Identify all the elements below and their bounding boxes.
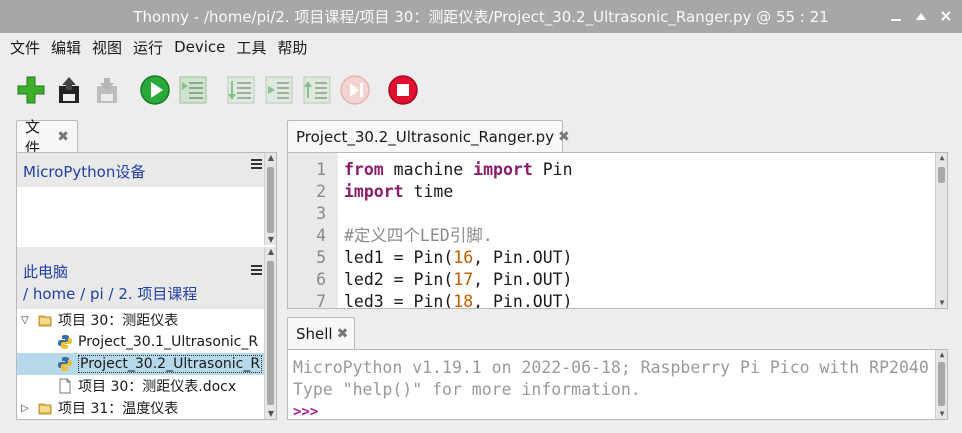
new-file-button[interactable]: [14, 72, 48, 108]
python-file-icon: [57, 356, 73, 372]
file-tree-label: 项目 31：温度仪表: [58, 401, 179, 417]
shell-prompt: >>>: [293, 404, 319, 420]
this-computer-header: 此电脑 / home / pi / 2. 项目课程: [17, 247, 276, 309]
chevron-right-icon[interactable]: ▷: [21, 403, 33, 414]
step-out-icon: [303, 76, 331, 104]
toolbar: [0, 70, 962, 110]
stop-button[interactable]: [386, 72, 420, 108]
menu-icon[interactable]: [251, 265, 262, 277]
file-tree: ▽ 项目 30：测距仪表 Project_30.1_Ultrasonic_R Proj…: [17, 309, 265, 419]
editor-scrollbar[interactable]: ▲ ▼: [935, 153, 947, 308]
maximize-icon[interactable]: [911, 6, 931, 26]
menu-file[interactable]: 文件: [10, 37, 40, 58]
breadcrumb-folder[interactable]: 2. 项目课程: [118, 285, 197, 303]
code-editor[interactable]: 1 2 3 4 5 6 7 from machine import Pin import ti…: [287, 152, 948, 309]
line-number: 3: [316, 204, 326, 223]
stop-icon: [388, 75, 418, 105]
save-icon: [97, 78, 117, 103]
breadcrumb-root[interactable]: /: [23, 285, 28, 303]
close-icon[interactable]: ✖: [558, 129, 570, 145]
menu-icon[interactable]: [251, 159, 262, 171]
step-into-icon: [265, 76, 293, 104]
load-file-button[interactable]: [52, 72, 86, 108]
minimize-icon[interactable]: [886, 6, 906, 26]
menu-run[interactable]: 运行: [133, 37, 163, 58]
file-tree-item[interactable]: ▽ 项目 30：测距仪表: [17, 309, 265, 331]
python-file-icon: [57, 334, 73, 350]
micropython-device-area: [17, 187, 265, 245]
files-panel: MicroPython设备 ▲ ▼ 此电脑 / home / pi / 2. 项…: [16, 152, 277, 420]
green-plus-icon: [17, 76, 45, 104]
load-icon: [59, 77, 79, 103]
editor-tab-label: Project_30.2_Ultrasonic_Ranger.py: [296, 128, 555, 146]
debug-icon: [179, 76, 207, 104]
menu-tools[interactable]: 工具: [236, 37, 266, 58]
breadcrumb: / home / pi / 2. 项目课程: [23, 283, 197, 304]
menu-edit[interactable]: 编辑: [51, 37, 81, 58]
menu-bar: 文件 编辑 视图 运行 Device 工具 帮助: [0, 33, 962, 61]
line-number-gutter: 1 2 3 4 5 6 7: [288, 153, 338, 308]
line-number: 4: [316, 226, 326, 245]
shell-output-line: Type "help()" for more information.: [293, 380, 641, 399]
step-out-button[interactable]: [300, 72, 334, 108]
shell-output-line: MicroPython v1.19.1 on 2022-06-18; Raspb…: [293, 358, 929, 377]
shell-scrollbar[interactable]: ▲ ▼: [935, 350, 947, 419]
file-tree-label: 项目 30：测距仪表.docx: [78, 379, 237, 395]
step-over-icon: [227, 76, 255, 104]
code-line: led2 = Pin(17, Pin.OUT): [344, 270, 573, 289]
code-line: led3 = Pin(18, Pin.OUT): [344, 292, 573, 309]
resume-icon: [340, 75, 370, 105]
menu-help[interactable]: 帮助: [277, 37, 307, 58]
resume-button[interactable]: [338, 72, 372, 108]
breadcrumb-home[interactable]: home: [33, 285, 76, 303]
tab-shell[interactable]: Shell ✖: [287, 317, 355, 350]
close-icon[interactable]: [936, 6, 956, 26]
menu-view[interactable]: 视图: [92, 37, 122, 58]
file-tree-item[interactable]: Project_30.1_Ultrasonic_R: [17, 331, 265, 353]
folder-icon: [37, 312, 53, 328]
file-tree-item[interactable]: ▷ 项目 31：温度仪表: [17, 397, 265, 419]
file-tree-item[interactable]: 项目 30：测距仪表.docx: [17, 375, 265, 397]
breadcrumb-separator: /: [108, 285, 114, 303]
breadcrumb-pi[interactable]: pi: [90, 285, 104, 303]
document-icon: [57, 378, 73, 394]
line-number: 2: [316, 182, 326, 201]
micropython-device-header: MicroPython设备: [17, 153, 276, 187]
shell-tab-label: Shell: [296, 325, 333, 343]
step-into-button[interactable]: [262, 72, 296, 108]
tab-files[interactable]: 文件 ✖: [16, 118, 78, 157]
chevron-down-icon[interactable]: ▽: [21, 315, 33, 326]
step-over-button[interactable]: [224, 72, 258, 108]
close-icon[interactable]: ✖: [337, 326, 349, 342]
line-number: 7: [316, 292, 326, 309]
file-tree-scrollbar[interactable]: ▲ ▼: [264, 247, 276, 419]
this-computer-title: 此电脑: [23, 263, 69, 281]
save-file-button[interactable]: [90, 72, 124, 108]
run-button[interactable]: [138, 72, 172, 108]
file-tree-label: Project_30.2_Ultrasonic_R: [78, 355, 263, 373]
shell-panel[interactable]: MicroPython v1.19.1 on 2022-06-18; Raspb…: [287, 349, 948, 420]
window-title: Thonny - /home/pi/2. 项目课程/项目 30：测距仪表/Pro…: [133, 8, 829, 26]
code-line: import time: [344, 182, 454, 201]
line-number: 5: [316, 248, 326, 267]
code-line: led1 = Pin(16, Pin.OUT): [344, 248, 573, 267]
code-line: #定义四个LED引脚.: [344, 226, 493, 245]
line-number: 1: [316, 160, 326, 179]
window-titlebar: Thonny - /home/pi/2. 项目课程/项目 30：测距仪表/Pro…: [0, 0, 962, 33]
file-tree-item[interactable]: Project_30.2_Ultrasonic_R: [17, 353, 265, 375]
line-number: 6: [316, 270, 326, 289]
code-line: from machine import Pin: [344, 160, 573, 179]
micropython-device-title[interactable]: MicroPython设备: [23, 161, 145, 182]
debug-button[interactable]: [176, 72, 210, 108]
device-scrollbar[interactable]: ▲ ▼: [264, 153, 276, 245]
folder-icon: [37, 400, 53, 416]
file-tree-label: 项目 30：测距仪表: [58, 313, 179, 329]
tab-editor-file[interactable]: Project_30.2_Ultrasonic_Ranger.py ✖: [287, 120, 570, 153]
play-icon: [140, 75, 170, 105]
close-icon[interactable]: ✖: [57, 129, 69, 145]
breadcrumb-separator: /: [80, 285, 86, 303]
file-tree-label: Project_30.1_Ultrasonic_R: [78, 334, 259, 350]
menu-device[interactable]: Device: [174, 38, 225, 56]
